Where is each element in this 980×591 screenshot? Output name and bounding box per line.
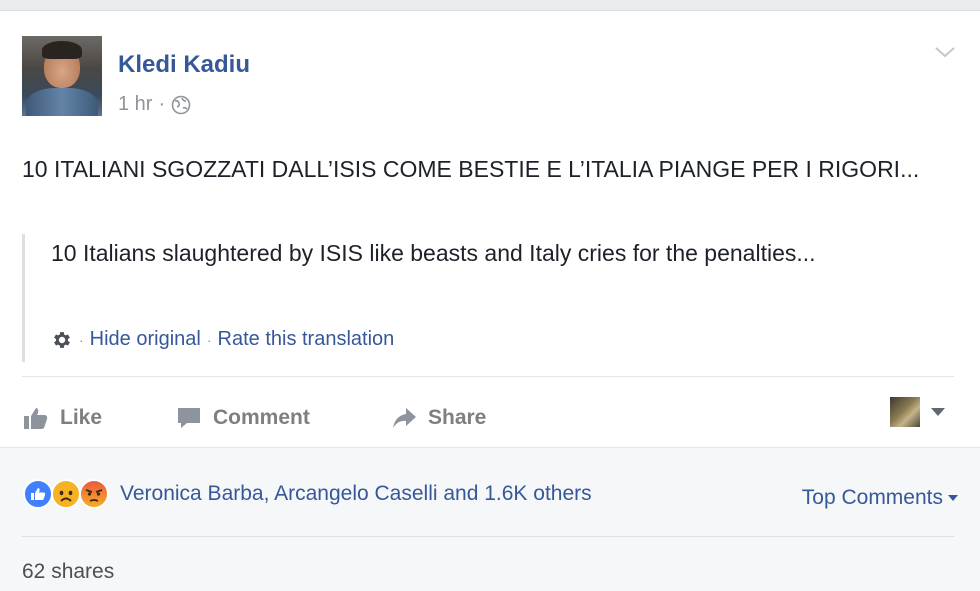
divider bbox=[22, 376, 954, 377]
comment-icon bbox=[178, 408, 200, 428]
author-avatar[interactable] bbox=[22, 36, 102, 116]
comment-sort-dropdown[interactable]: Top Comments bbox=[802, 486, 958, 510]
post-meta: 1 hr · bbox=[118, 93, 191, 116]
post-actions: Like Comment Share bbox=[22, 393, 954, 443]
share-arrow-icon bbox=[393, 408, 416, 428]
rate-translation-link[interactable]: Rate this translation bbox=[218, 328, 395, 351]
reaction-identity-selector[interactable] bbox=[890, 397, 946, 427]
share-label: Share bbox=[428, 406, 487, 429]
like-button[interactable]: Like bbox=[22, 404, 162, 432]
post-text: 10 ITALIANI SGOZZATI DALL’ISIS COME BEST… bbox=[22, 156, 920, 182]
feed-post: Kledi Kadiu 1 hr · 10 ITALIANI SGOZZATI … bbox=[0, 10, 980, 591]
caret-down-icon bbox=[931, 408, 945, 416]
post-footer: Veronica Barba, Arcangelo Caselli and 1.… bbox=[0, 447, 980, 591]
post-timestamp[interactable]: 1 hr bbox=[118, 93, 152, 116]
link-separator: · bbox=[79, 331, 84, 348]
reactions-summary: Veronica Barba, Arcangelo Caselli and 1.… bbox=[22, 478, 592, 510]
reaction-icons[interactable] bbox=[22, 478, 109, 510]
author-name[interactable]: Kledi Kadiu bbox=[118, 51, 250, 79]
shares-count[interactable]: 62 shares bbox=[22, 560, 114, 584]
comment-button[interactable]: Comment bbox=[175, 404, 390, 432]
translation-links: · Hide original · Rate this translation bbox=[51, 328, 394, 351]
meta-separator: · bbox=[158, 93, 166, 115]
divider bbox=[22, 536, 954, 537]
gear-icon[interactable] bbox=[51, 329, 73, 351]
comment-label: Comment bbox=[213, 406, 310, 429]
reactors-link[interactable]: Veronica Barba, Arcangelo Caselli and 1.… bbox=[120, 482, 592, 506]
page-thumbnail bbox=[890, 397, 920, 427]
caret-down-icon bbox=[948, 494, 958, 501]
translation-block: 10 Italians slaughtered by ISIS like bea… bbox=[22, 234, 902, 362]
hide-original-link[interactable]: Hide original bbox=[90, 328, 201, 351]
link-separator: · bbox=[206, 331, 212, 348]
angry-reaction-icon bbox=[79, 479, 109, 509]
like-label: Like bbox=[60, 406, 103, 429]
thumbs-up-icon bbox=[24, 408, 48, 429]
share-button[interactable]: Share bbox=[390, 404, 590, 432]
post-options-chevron-icon[interactable] bbox=[934, 43, 956, 61]
globe-icon[interactable] bbox=[171, 95, 191, 115]
comment-sort-label: Top Comments bbox=[801, 486, 943, 509]
translation-text: 10 Italians slaughtered by ISIS like bea… bbox=[51, 240, 816, 266]
